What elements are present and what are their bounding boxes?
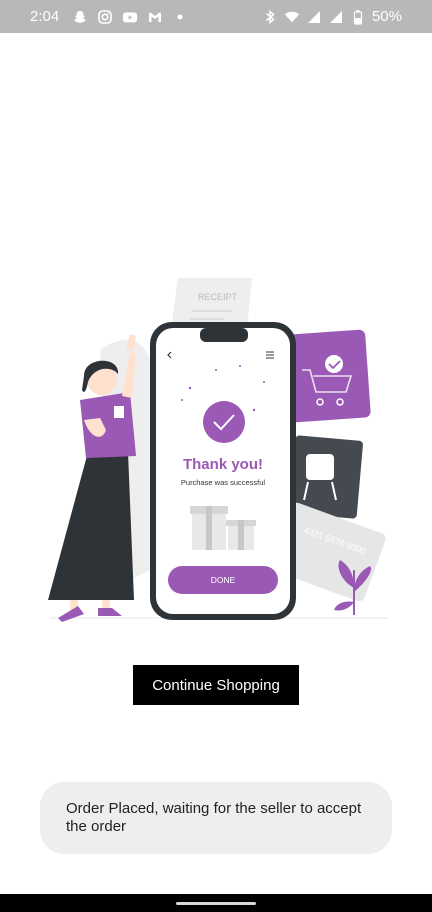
status-bar: 2:04 50% [0, 0, 432, 33]
phone-graphic: Thank you! Purchase was successful DONE [150, 322, 296, 620]
status-left: 2:04 [30, 8, 188, 25]
instagram-icon [97, 9, 113, 25]
snapchat-icon [72, 9, 88, 25]
battery-level: 50% [371, 8, 402, 25]
order-status-toast: Order Placed, waiting for the seller to … [40, 782, 392, 854]
dot-icon [172, 9, 188, 25]
status-right: 50% [262, 8, 402, 25]
bluetooth-icon [262, 9, 278, 25]
signal-icon-2 [328, 9, 344, 25]
done-label: DONE [211, 575, 236, 585]
receipt-label: RECEIPT [198, 292, 238, 302]
signal-icon [306, 9, 322, 25]
status-time: 2:04 [30, 8, 60, 25]
battery-icon [350, 9, 366, 25]
toast-message: Order Placed, waiting for the seller to … [66, 800, 362, 835]
home-gesture-pill[interactable] [176, 902, 256, 905]
cart-card-graphic [285, 329, 371, 423]
wifi-icon [284, 9, 300, 25]
purchase-successful-text: Purchase was successful [181, 478, 266, 487]
continue-shopping-button[interactable]: Continue Shopping [133, 665, 299, 705]
youtube-icon [122, 9, 138, 25]
order-success-illustration: RECEIPT 4321 5678 9000 Thank you! Purcha… [48, 278, 388, 622]
navigation-bar [0, 894, 432, 912]
gmail-icon [147, 9, 163, 25]
thank-you-text: Thank you! [183, 456, 263, 473]
